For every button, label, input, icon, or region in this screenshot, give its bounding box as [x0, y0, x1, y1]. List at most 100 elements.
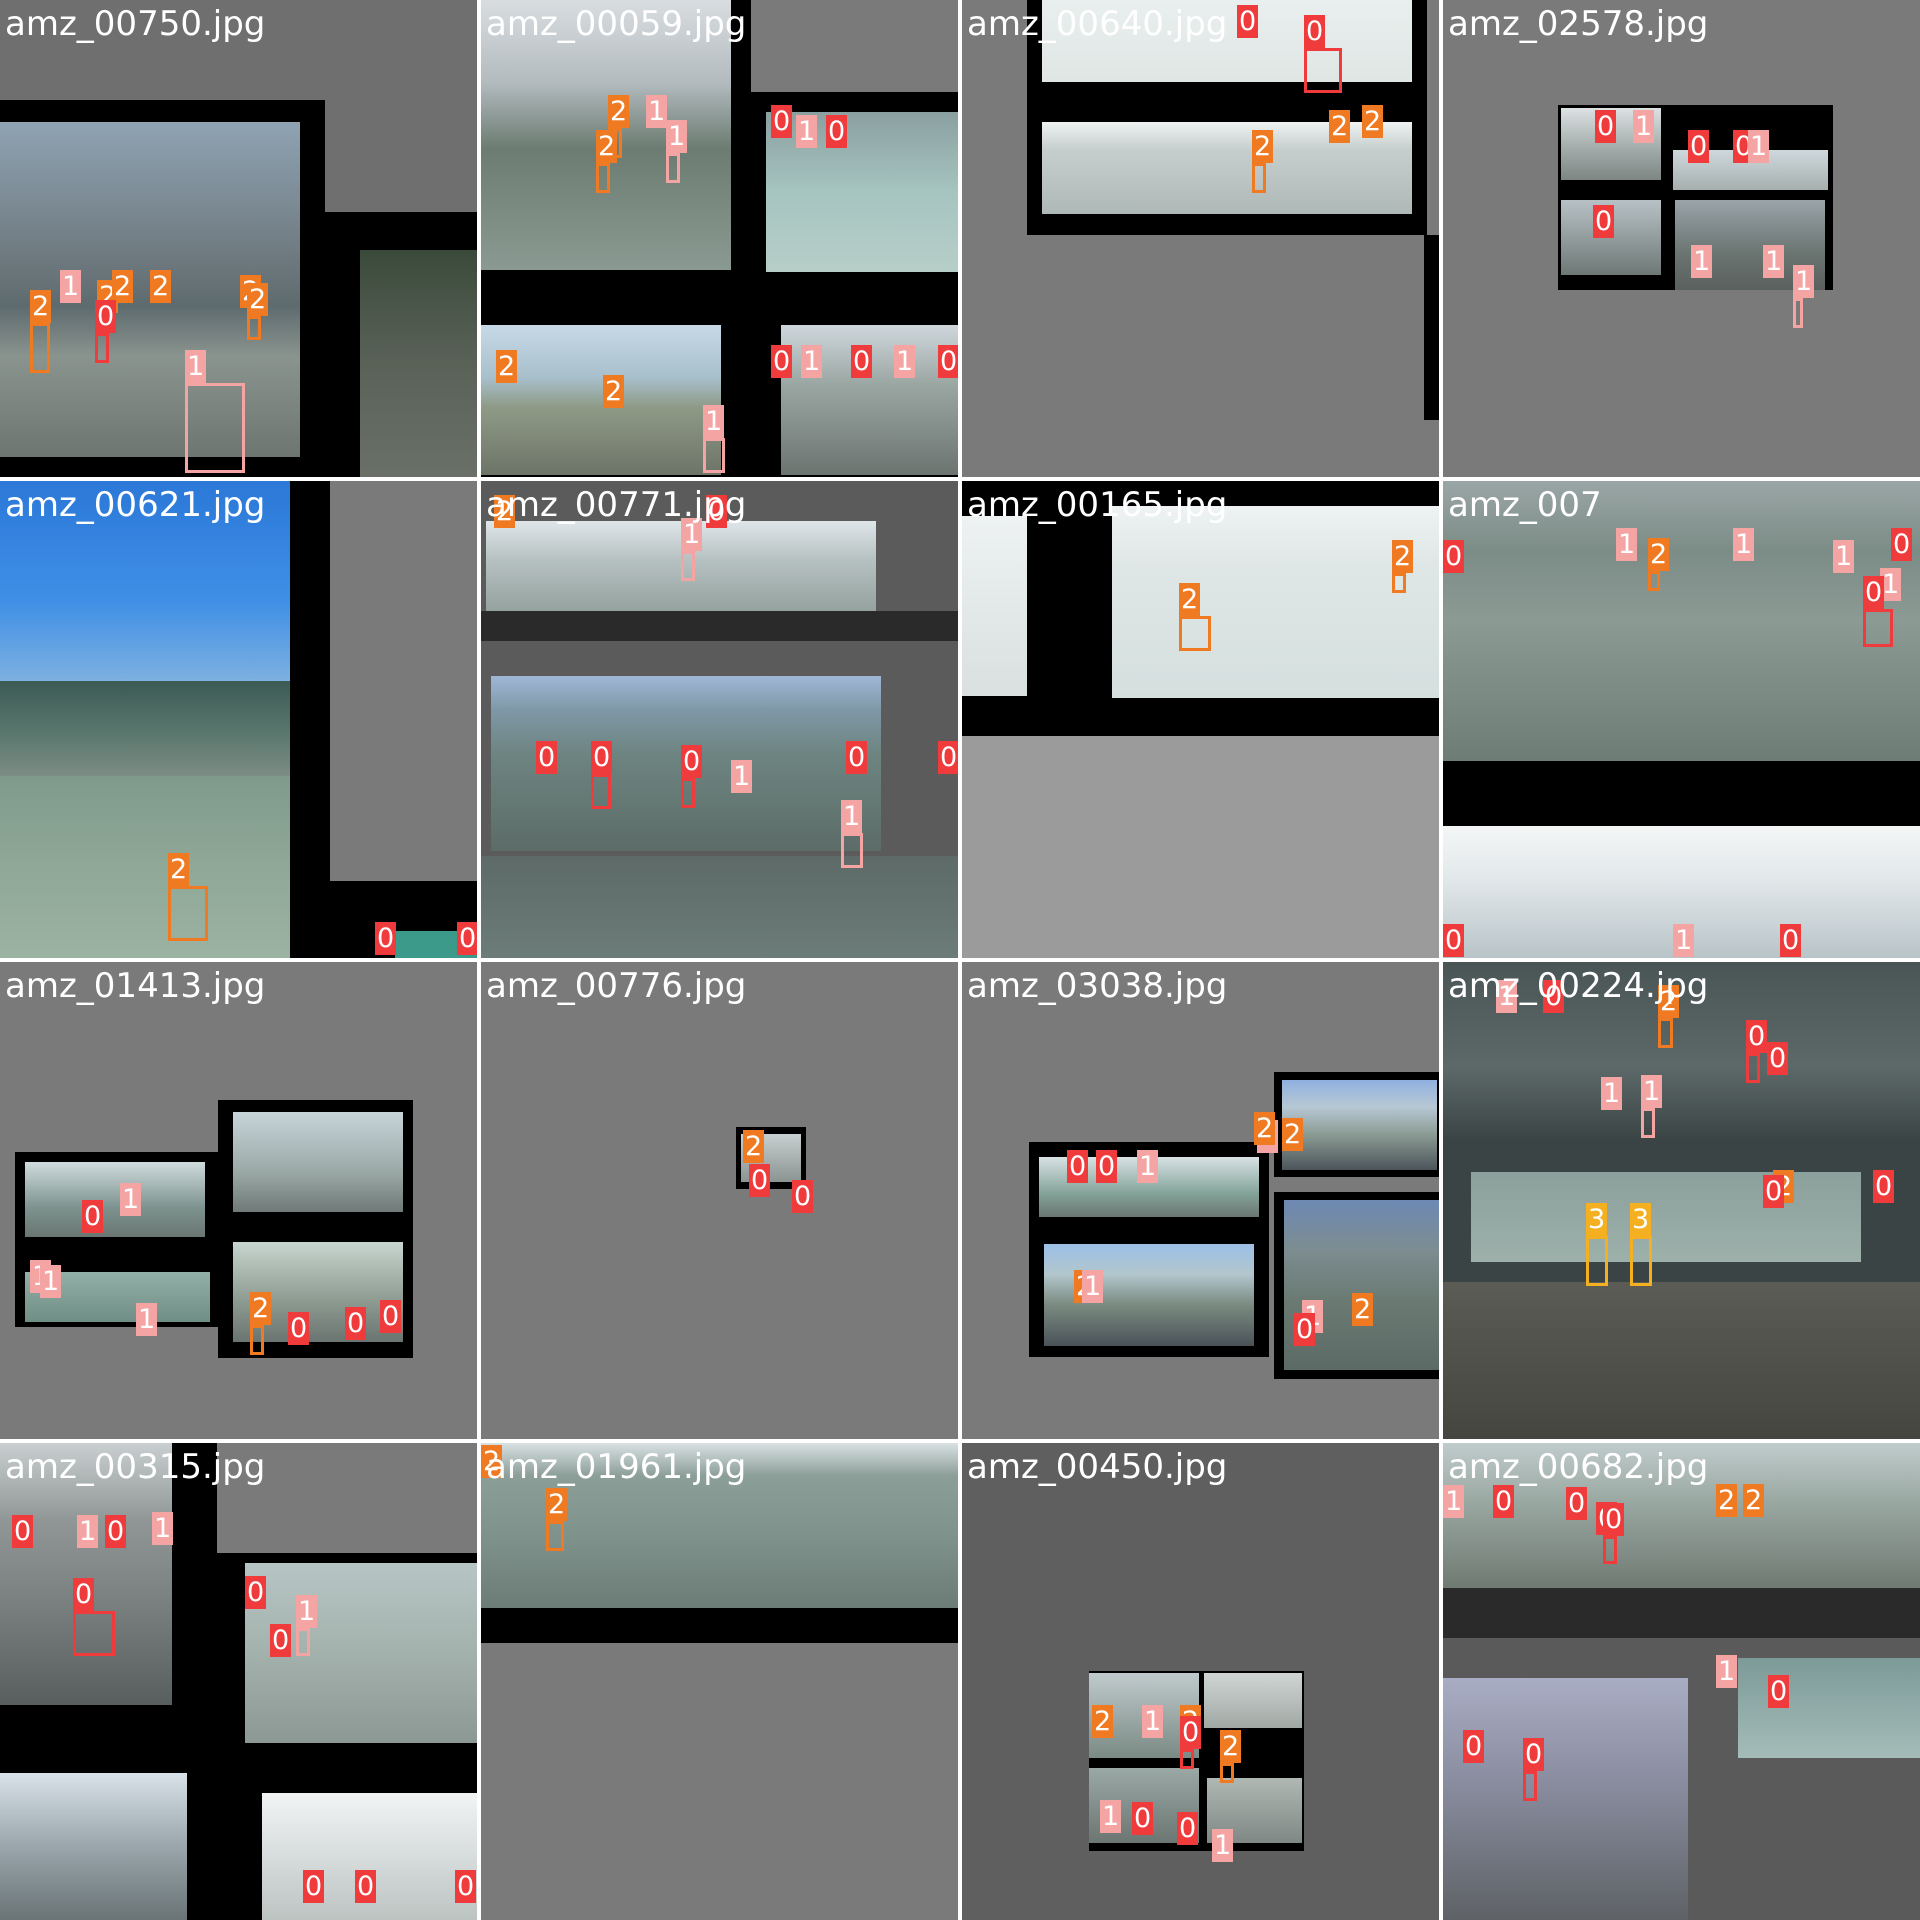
detection-label: 1 — [731, 760, 753, 793]
detection-label: 1 — [136, 1303, 158, 1336]
detection-label: 0 — [1096, 1150, 1118, 1183]
detection-label: 2 — [1392, 540, 1414, 573]
image-region — [1471, 1172, 1861, 1262]
image-region — [1282, 1080, 1437, 1170]
detection-label: 0 — [1067, 1150, 1089, 1183]
tile-filename: amz_00750.jpg — [5, 4, 266, 44]
detection-label: 2 — [1092, 1705, 1114, 1738]
detection-label: 1 — [1082, 1270, 1104, 1303]
detection-box — [1863, 609, 1893, 647]
detection-label: 1 — [1212, 1829, 1234, 1862]
mosaic-tile: 0 1 0 1 0 0 1 0 0 0 0 amz_00315.jpg — [0, 1443, 477, 1920]
detection-label: 0 — [771, 345, 793, 378]
image-region — [360, 250, 477, 477]
detection-label: 2 — [150, 270, 172, 303]
tile-filename: amz_00682.jpg — [1448, 1447, 1709, 1487]
mosaic-tile: 2 0 1 0 0 0 0 1 0 1 amz_00771.jpg — [481, 481, 958, 958]
detection-box — [168, 886, 208, 941]
image-region — [0, 776, 290, 958]
detection-label: 0 — [591, 741, 613, 774]
detection-label: 2 — [247, 283, 269, 316]
detection-box — [1793, 298, 1803, 328]
detection-box — [185, 383, 245, 473]
detection-box — [250, 1325, 264, 1355]
detection-label: 1 — [646, 95, 668, 128]
detection-label: 0 — [1780, 924, 1802, 957]
detection-label: 0 — [681, 745, 703, 778]
detection-label: 2 — [743, 1130, 765, 1163]
detection-label: 0 — [303, 1870, 325, 1903]
image-region — [1112, 506, 1439, 698]
detection-box — [666, 153, 680, 183]
detection-box — [596, 163, 610, 193]
mosaic-tile: 2 1 1 2 0 1 0 2 2 1 0 1 0 1 0 amz_00059.jpg — [481, 0, 958, 477]
detection-label: 1 — [1733, 528, 1755, 561]
detection-box — [841, 833, 863, 868]
tile-filename: amz_01961.jpg — [486, 1447, 747, 1487]
detection-label: 2 — [1252, 130, 1274, 163]
detection-label: 2 — [112, 270, 134, 303]
detection-label: 0 — [1237, 5, 1259, 38]
detection-box — [1641, 1108, 1655, 1138]
image-region — [481, 856, 958, 958]
image-region — [751, 0, 958, 92]
tile-filename: amz_00640.jpg — [967, 4, 1228, 44]
detection-label: 0 — [1767, 1042, 1789, 1075]
image-region — [0, 1773, 187, 1920]
detection-label: 2 — [496, 350, 518, 383]
detection-label: 0 — [82, 1200, 104, 1233]
detection-label: 1 — [1633, 110, 1655, 143]
detection-label: 0 — [938, 345, 958, 378]
tile-filename: amz_00621.jpg — [5, 485, 266, 525]
detection-label: 0 — [1688, 130, 1710, 163]
detection-label: 0 — [1294, 1313, 1316, 1346]
detection-label: 1 — [1691, 245, 1713, 278]
detection-box — [1180, 1749, 1194, 1769]
detection-box — [1392, 573, 1406, 593]
detection-box — [546, 1521, 564, 1551]
mosaic-tile: 00121122102amz_03038.jpg — [962, 962, 1439, 1439]
detection-label: 0 — [270, 1624, 292, 1657]
mosaic-tile: 2 0 0 amz_00621.jpg — [0, 481, 477, 958]
detection-label: 1 — [1601, 1077, 1623, 1110]
mosaic-tile: 0 1 0 0 1 0 1 1 1 amz_02578.jpg — [1443, 0, 1920, 477]
detection-label: 0 — [1463, 1730, 1485, 1763]
detection-box — [591, 774, 611, 809]
detection-box — [1304, 48, 1342, 93]
detection-label: 0 — [1873, 1170, 1895, 1203]
detection-label: 0 — [1566, 1487, 1588, 1520]
detection-label: 1 — [1443, 1485, 1465, 1518]
detection-label: 0 — [12, 1515, 34, 1548]
mosaic-tile: 0 1 2 1 1 1 0 0 0 1 0 amz_007 — [1443, 481, 1920, 958]
detection-box — [1523, 1771, 1537, 1801]
image-region — [481, 962, 958, 1439]
detection-label: 0 — [1768, 1675, 1790, 1708]
detection-label: 0 — [457, 922, 477, 955]
detection-label: 0 — [455, 1870, 477, 1903]
detection-box — [681, 778, 695, 808]
detection-label: 0 — [826, 115, 848, 148]
detection-label: 1 — [1748, 130, 1770, 163]
detection-label: 0 — [1593, 205, 1615, 238]
detection-label: 1 — [1793, 265, 1815, 298]
image-region — [233, 1112, 403, 1212]
detection-label: 0 — [1763, 1175, 1785, 1208]
detection-label: 2 — [250, 1292, 272, 1325]
detection-box — [1630, 1236, 1652, 1286]
detection-label: 1 — [152, 1512, 174, 1545]
tile-filename: amz_02578.jpg — [1448, 4, 1709, 44]
detection-label: 0 — [1443, 924, 1465, 957]
detection-label: 2 — [1716, 1484, 1738, 1517]
image-region — [1424, 235, 1439, 420]
detection-box — [1603, 1536, 1617, 1564]
detection-label: 1 — [1142, 1705, 1164, 1738]
image-region — [25, 1162, 205, 1237]
detection-label: 0 — [1891, 528, 1913, 561]
detection-label: 0 — [1177, 1812, 1199, 1845]
detection-label: 2 — [603, 375, 625, 408]
detection-label: 0 — [771, 105, 793, 138]
detection-label: 1 — [801, 345, 823, 378]
detection-label: 1 — [841, 800, 863, 833]
mosaic-tile: 2 2 amz_01961.jpg — [481, 1443, 958, 1920]
detection-label: 0 — [375, 922, 397, 955]
